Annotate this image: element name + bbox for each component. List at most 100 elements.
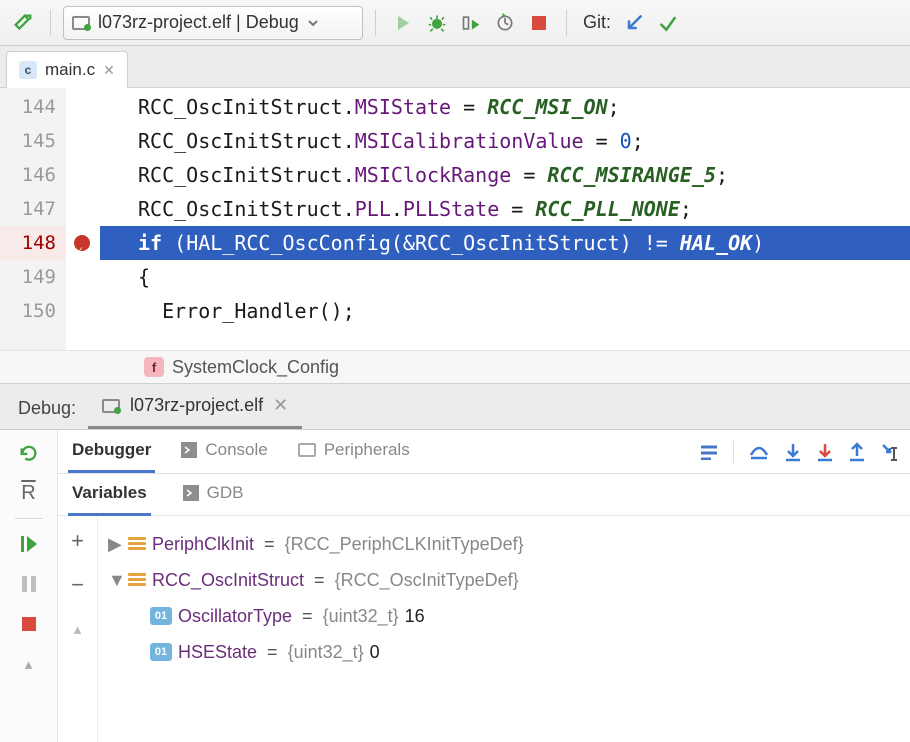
debug-toolwindow-header: Debug: l073rz-project.elf ✕ <box>0 384 910 430</box>
git-update-button[interactable] <box>619 8 649 38</box>
tab-gdb-label: GDB <box>207 483 244 503</box>
step-over-button[interactable] <box>748 443 770 461</box>
breadcrumb[interactable]: f SystemClock_Config <box>0 350 910 384</box>
code-line[interactable]: RCC_OscInitStruct.MSIClockRange = RCC_MS… <box>100 158 910 192</box>
line-number[interactable]: 147 <box>0 192 66 226</box>
close-icon[interactable]: ✕ <box>273 395 288 416</box>
tab-peripherals[interactable]: Peripherals <box>294 430 414 473</box>
resume-button[interactable] <box>12 527 46 561</box>
chip-icon <box>298 443 316 457</box>
variables-area: + − ▴ ▶ PeriphClkInit = {RCC_PeriphCLKIn… <box>58 516 910 742</box>
run-config-selector[interactable]: l073rz-project.elf | Debug <box>63 6 363 40</box>
tab-console[interactable]: Console <box>177 430 271 473</box>
line-number[interactable]: 146 <box>0 158 66 192</box>
run-button[interactable] <box>388 8 418 38</box>
code-line[interactable]: Error_Handler(); <box>100 294 910 328</box>
tab-debugger[interactable]: Debugger <box>68 430 155 473</box>
step-out-button[interactable] <box>848 442 866 462</box>
remove-watch-button[interactable]: − <box>61 568 95 602</box>
editor-tabs: c main.c ✕ <box>0 46 910 88</box>
force-step-into-button[interactable] <box>816 442 834 462</box>
editor-tab-label: main.c <box>45 60 95 80</box>
git-commit-button[interactable] <box>653 8 683 38</box>
debug-top-tabs: Debugger Console Peripherals <box>58 430 910 474</box>
variable-name: RCC_OscInitStruct <box>152 570 304 591</box>
debug-sidebar: R ▴ <box>0 430 58 742</box>
code-line[interactable]: RCC_OscInitStruct.MSICalibrationValue = … <box>100 124 910 158</box>
debug-session-tab[interactable]: l073rz-project.elf ✕ <box>88 385 302 429</box>
debug-main: Debugger Console Peripherals <box>58 430 910 742</box>
tab-gdb[interactable]: GDB <box>179 473 248 516</box>
threads-icon[interactable] <box>699 444 719 460</box>
code-line[interactable]: { <box>100 260 910 294</box>
gutter-gap <box>66 88 100 350</box>
breakpoint-icon[interactable] <box>74 235 90 251</box>
pause-button[interactable] <box>12 567 46 601</box>
chip-icon <box>102 399 120 413</box>
line-number[interactable]: 145 <box>0 124 66 158</box>
stop-debug-button[interactable] <box>12 607 46 641</box>
profile-button[interactable] <box>490 8 520 38</box>
step-into-button[interactable] <box>784 442 802 462</box>
move-up-icon[interactable]: ▴ <box>61 612 95 646</box>
debug-panel: R ▴ Debugger Console Peripherals <box>0 430 910 742</box>
tab-console-label: Console <box>205 440 267 460</box>
code-line[interactable]: RCC_OscInitStruct.PLL.PLLState = RCC_PLL… <box>100 192 910 226</box>
expand-arrow-icon[interactable]: ▼ <box>108 570 122 591</box>
variable-row[interactable]: 01 OscillatorType = {uint32_t} 16 <box>104 598 904 634</box>
variable-name: PeriphClkInit <box>152 534 254 555</box>
variable-row[interactable]: ▶ PeriphClkInit = {RCC_PeriphCLKInitType… <box>104 526 904 562</box>
collapse-up-icon[interactable]: ▴ <box>12 647 46 681</box>
variables-tree[interactable]: ▶ PeriphClkInit = {RCC_PeriphCLKInitType… <box>98 516 910 742</box>
variable-type: {RCC_OscInitTypeDef} <box>335 570 519 591</box>
c-file-icon: c <box>19 61 37 79</box>
code-editor[interactable]: 144145146147148149150 RCC_OscInitStruct.… <box>0 88 910 350</box>
code-line[interactable]: RCC_OscInitStruct.MSIState = RCC_MSI_ON; <box>100 90 910 124</box>
variable-type: {uint32_t} <box>288 642 364 663</box>
primitive-icon: 01 <box>150 607 172 625</box>
main-toolbar: l073rz-project.elf | Debug Git: <box>0 0 910 46</box>
code-body[interactable]: RCC_OscInitStruct.MSIState = RCC_MSI_ON;… <box>100 88 910 350</box>
run-to-cursor-button[interactable] <box>880 442 900 462</box>
primitive-icon: 01 <box>150 643 172 661</box>
debug-button[interactable] <box>422 8 452 38</box>
rerun-button[interactable] <box>12 436 46 470</box>
debug-sub-tabs: Variables GDB <box>58 474 910 516</box>
code-line[interactable]: if (HAL_RCC_OscConfig(&RCC_OscInitStruct… <box>100 226 910 260</box>
line-number[interactable]: 149 <box>0 260 66 294</box>
git-label: Git: <box>583 12 611 33</box>
console-icon <box>183 485 199 501</box>
tab-peripherals-label: Peripherals <box>324 440 410 460</box>
separator <box>50 10 51 36</box>
tab-debugger-label: Debugger <box>72 440 151 460</box>
tab-variables[interactable]: Variables <box>68 473 151 516</box>
variable-type: {uint32_t} <box>323 606 399 627</box>
variable-value: 0 <box>370 642 380 663</box>
run-coverage-button[interactable] <box>456 8 486 38</box>
line-number[interactable]: 144 <box>0 90 66 124</box>
close-icon[interactable]: ✕ <box>103 62 115 79</box>
struct-icon <box>128 537 146 551</box>
line-gutter: 144145146147148149150 <box>0 88 66 350</box>
line-number[interactable]: 148 <box>0 226 66 260</box>
stop-button[interactable] <box>524 8 554 38</box>
expand-arrow-icon[interactable]: ▶ <box>108 534 122 555</box>
debug-panel-title: Debug: <box>6 388 88 429</box>
run-config-label: l073rz-project.elf | Debug <box>98 12 299 33</box>
variable-row[interactable]: ▼ RCC_OscInitStruct = {RCC_OscInitTypeDe… <box>104 562 904 598</box>
struct-icon <box>128 573 146 587</box>
add-watch-button[interactable]: + <box>61 524 95 558</box>
build-hammer-button[interactable] <box>8 8 38 38</box>
console-icon <box>181 442 197 458</box>
separator <box>375 10 376 36</box>
function-icon: f <box>144 357 164 377</box>
reset-r-button[interactable]: R <box>12 476 46 510</box>
chevron-down-icon <box>307 17 319 29</box>
editor-tab-main-c[interactable]: c main.c ✕ <box>6 51 128 88</box>
breadcrumb-label: SystemClock_Config <box>172 357 339 378</box>
debug-session-label: l073rz-project.elf <box>130 395 263 416</box>
variable-row[interactable]: 01 HSEState = {uint32_t} 0 <box>104 634 904 670</box>
variables-side-toolbar: + − ▴ <box>58 516 98 742</box>
line-number[interactable]: 150 <box>0 294 66 328</box>
separator <box>566 10 567 36</box>
